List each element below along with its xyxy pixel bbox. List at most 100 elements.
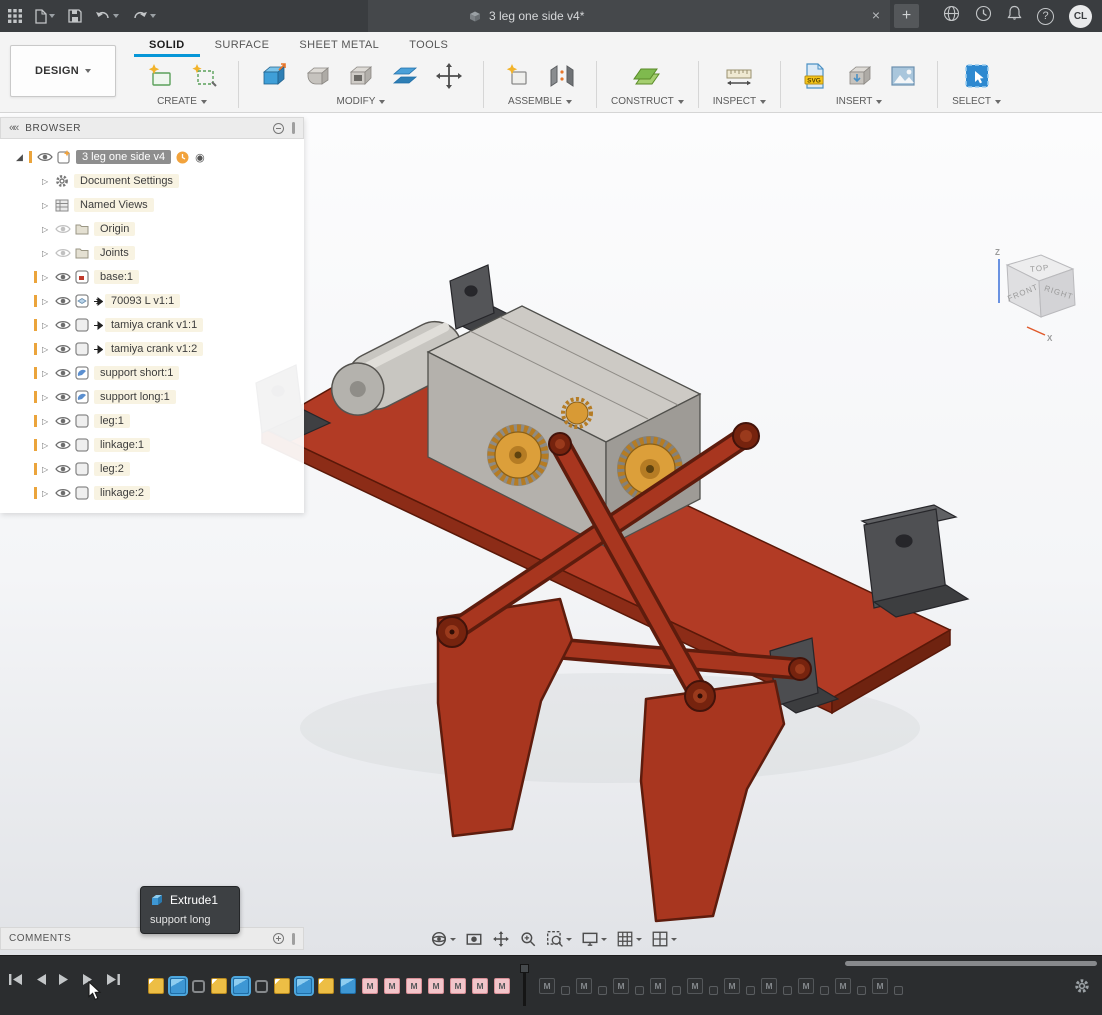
timeline-item-ghost-joint[interactable]: M <box>872 978 888 994</box>
timeline-item-ghost-joint[interactable]: M <box>798 978 814 994</box>
close-tab-icon[interactable]: × <box>872 7 880 23</box>
save-icon[interactable] <box>68 9 82 23</box>
timeline-item-extrude[interactable] <box>340 978 356 994</box>
move-copy-icon[interactable] <box>429 58 469 94</box>
timeline-item-ghost-component[interactable] <box>672 986 681 995</box>
insert-svg-icon[interactable]: SVG <box>795 58 835 94</box>
browser-root-label[interactable]: 3 leg one side v4 <box>76 150 171 164</box>
expand-arrow-icon[interactable]: ◢ <box>16 152 29 163</box>
create-sketch-dropdown-icon[interactable] <box>184 58 224 94</box>
fillet-icon[interactable] <box>297 58 337 94</box>
pan-icon[interactable] <box>492 930 510 948</box>
new-tab-button[interactable]: + <box>894 4 919 28</box>
browser-row-base[interactable]: ▷ base:1 <box>0 265 304 289</box>
help-icon[interactable]: ? <box>1037 8 1054 25</box>
expand-arrow-icon[interactable]: ▷ <box>42 441 55 450</box>
visibility-eye-icon[interactable] <box>37 152 57 162</box>
timeline-item-ghost-joint[interactable]: M <box>650 978 666 994</box>
document-tab[interactable]: 3 leg one side v4* × <box>368 0 890 32</box>
timeline-settings-gear-icon[interactable] <box>1074 978 1090 999</box>
expand-arrow-icon[interactable]: ▷ <box>42 489 55 498</box>
timeline-item-ghost-component[interactable] <box>561 986 570 995</box>
web-icon[interactable] <box>943 5 960 27</box>
timeline-item-component[interactable] <box>255 980 268 993</box>
zoom-icon[interactable] <box>519 930 537 948</box>
timeline-item-ghost-component[interactable] <box>857 986 866 995</box>
inspect-menu[interactable]: INSPECT <box>713 96 766 107</box>
measure-icon[interactable] <box>719 58 759 94</box>
modify-menu[interactable]: MODIFY <box>337 96 386 107</box>
combine-icon[interactable] <box>385 58 425 94</box>
browser-row-leg-1[interactable]: ▷ leg:1 <box>0 409 304 433</box>
timeline-item-joint[interactable]: M <box>384 978 400 994</box>
bracket-right[interactable] <box>862 505 968 617</box>
timeline-item-ghost-joint[interactable]: M <box>539 978 555 994</box>
display-settings-icon[interactable] <box>581 930 607 948</box>
construct-menu[interactable]: CONSTRUCT <box>611 96 684 107</box>
timeline-item-extrude[interactable] <box>233 978 249 994</box>
select-menu[interactable]: SELECT <box>952 96 1001 107</box>
visibility-eye-icon[interactable] <box>55 320 75 330</box>
joint-icon[interactable] <box>542 58 582 94</box>
undo-icon[interactable] <box>95 10 119 23</box>
timeline-item-joint[interactable]: M <box>472 978 488 994</box>
go-to-end-button[interactable] <box>106 973 121 986</box>
visibility-eye-icon[interactable] <box>55 296 75 306</box>
timeline-scrollbar[interactable] <box>845 961 1097 966</box>
browser-row-joints[interactable]: ▷ Joints <box>0 241 304 265</box>
canvas-icon[interactable] <box>883 58 923 94</box>
expand-arrow-icon[interactable]: ▷ <box>42 177 55 186</box>
offset-plane-icon[interactable] <box>627 58 667 94</box>
look-at-icon[interactable] <box>465 930 483 948</box>
insert-mesh-icon[interactable] <box>839 58 879 94</box>
design-workspace-menu[interactable]: DESIGN <box>10 45 116 97</box>
go-to-start-button[interactable] <box>8 973 23 986</box>
timeline-item-ghost-component[interactable] <box>709 986 718 995</box>
insert-menu[interactable]: INSERT <box>836 96 883 107</box>
job-status-icon[interactable] <box>975 5 992 27</box>
timeline-item-ghost-component[interactable] <box>894 986 903 995</box>
browser-row-document-settings[interactable]: ▷ Document Settings <box>0 169 304 193</box>
timeline-item-ghost-component[interactable] <box>635 986 644 995</box>
redo-icon[interactable] <box>132 10 156 23</box>
visibility-eye-icon[interactable] <box>55 272 75 282</box>
timeline-item-ghost-joint[interactable]: M <box>613 978 629 994</box>
view-cube[interactable]: TOP FRONT RIGHT Z X <box>985 243 1100 348</box>
leg-2[interactable] <box>641 681 784 921</box>
browser-row-linkage-2[interactable]: ▷ linkage:2 <box>0 481 304 505</box>
assemble-menu[interactable]: ASSEMBLE <box>508 96 572 107</box>
expand-arrow-icon[interactable]: ▷ <box>42 369 55 378</box>
timeline-item-ghost-component[interactable] <box>783 986 792 995</box>
expand-arrow-icon[interactable]: ▷ <box>42 417 55 426</box>
timeline-playhead[interactable] <box>520 964 529 1008</box>
timeline-item-ghost-component[interactable] <box>820 986 829 995</box>
timeline-item-extrude[interactable] <box>170 978 186 994</box>
browser-row-tamiya-crank-1[interactable]: ▷ tamiya crank v1:1 <box>0 313 304 337</box>
add-comment-icon[interactable] <box>273 933 284 944</box>
activate-component-icon[interactable]: ◉ <box>195 151 205 164</box>
expand-arrow-icon[interactable]: ▷ <box>42 393 55 402</box>
expand-arrow-icon[interactable]: ▷ <box>42 345 55 354</box>
app-grid-icon[interactable] <box>8 9 22 23</box>
browser-row-linkage-1[interactable]: ▷ linkage:1 <box>0 433 304 457</box>
timeline-item-joint[interactable]: M <box>450 978 466 994</box>
visibility-eye-icon[interactable] <box>55 440 75 450</box>
panel-resize-handle[interactable] <box>292 122 295 134</box>
visibility-eye-icon[interactable] <box>55 488 75 498</box>
step-back-button[interactable] <box>34 973 47 986</box>
browser-row-tamiya-crank-2[interactable]: ▷ tamiya crank v1:2 <box>0 337 304 361</box>
browser-header[interactable]: «« BROWSER <box>0 117 304 139</box>
timeline-item-joint[interactable]: M <box>406 978 422 994</box>
tab-tools[interactable]: TOOLS <box>394 32 463 57</box>
avatar[interactable]: CL <box>1069 5 1092 28</box>
browser-row-leg-2[interactable]: ▷ leg:2 <box>0 457 304 481</box>
timeline-item-ghost-component[interactable] <box>746 986 755 995</box>
expand-arrow-icon[interactable]: ▷ <box>42 225 55 234</box>
browser-row-root[interactable]: ◢ 3 leg one side v4 ◉ <box>0 145 304 169</box>
visibility-eye-icon[interactable] <box>55 464 75 474</box>
timeline-item-joint[interactable]: M <box>362 978 378 994</box>
grid-display-icon[interactable] <box>616 930 642 948</box>
visibility-eye-icon[interactable] <box>55 416 75 426</box>
visibility-eye-icon[interactable] <box>55 392 75 402</box>
tab-solid[interactable]: SOLID <box>134 32 200 57</box>
